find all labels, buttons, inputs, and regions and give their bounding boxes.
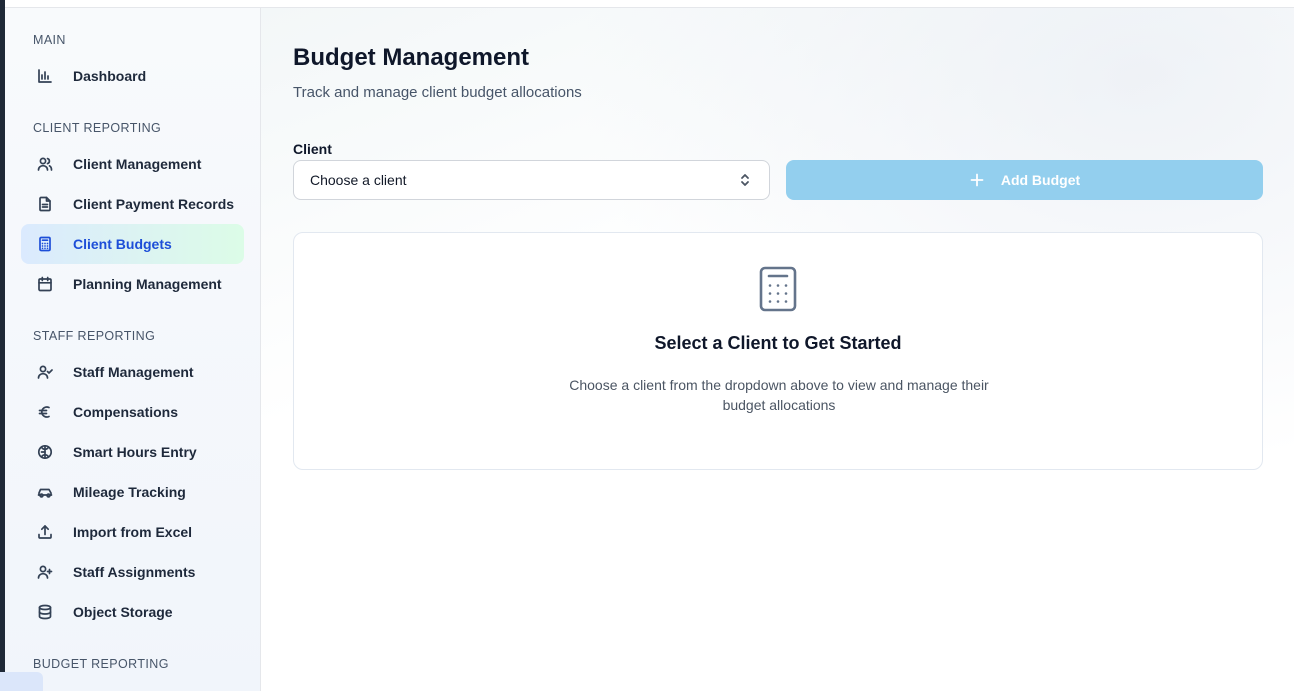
calendar-icon — [37, 276, 53, 292]
sidebar-item-smart-hours-entry[interactable]: Smart Hours Entry — [21, 432, 244, 472]
sidebar-item-label: Dashboard — [73, 68, 147, 84]
sidebar-item-label: Import from Excel — [73, 524, 193, 540]
sidebar-item-client-budgets[interactable]: Client Budgets — [21, 224, 244, 264]
collapse-handle[interactable] — [0, 672, 43, 691]
sidebar-item-client-payment-records[interactable]: Client Payment Records — [21, 184, 244, 224]
page-title: Budget Management — [293, 44, 530, 71]
sidebar-item-client-management[interactable]: Client Management — [21, 144, 244, 184]
sidebar-item-label: Mileage Tracking — [73, 484, 186, 500]
sidebar-item-label: Compensations — [73, 404, 179, 420]
sidebar-item-label: Staff Assignments — [73, 564, 196, 580]
upload-icon — [37, 524, 53, 540]
chevron-up-down-icon — [737, 172, 753, 188]
main-content: Budget Management Track and manage clien… — [261, 8, 1294, 691]
sidebar-item-label: Smart Hours Entry — [73, 444, 197, 460]
sidebar-item-planning-management[interactable]: Planning Management — [21, 264, 244, 304]
sidebar-item-label: Client Management — [73, 156, 202, 172]
add-budget-button[interactable]: Add Budget — [786, 160, 1263, 200]
sidebar-item-import-from-excel[interactable]: Import from Excel — [21, 512, 244, 552]
section-title-staff-reporting: STAFF REPORTING — [33, 329, 156, 343]
file-text-icon — [37, 196, 53, 212]
sidebar-item-staff-assignments[interactable]: Staff Assignments — [21, 552, 244, 592]
add-budget-label: Add Budget — [1000, 172, 1081, 188]
sidebar-item-label: Staff Management — [73, 364, 194, 380]
user-plus-icon — [37, 564, 53, 580]
section-title-client-reporting: CLIENT REPORTING — [33, 121, 162, 135]
empty-state-title: Select a Client to Get Started — [654, 333, 902, 353]
sidebar-item-staff-management[interactable]: Staff Management — [21, 352, 244, 392]
top-bar — [5, 0, 1294, 8]
sidebar-item-label: Client Budgets — [73, 236, 172, 252]
euro-icon — [37, 404, 53, 420]
empty-state-card: Select a Client to Get Started Choose a … — [293, 232, 1263, 470]
calculator-icon — [37, 236, 53, 252]
sidebar-item-label: Object Storage — [73, 604, 173, 620]
calculator-icon — [758, 266, 798, 312]
client-select[interactable]: Choose a client — [293, 160, 770, 200]
client-select-value: Choose a client — [310, 172, 407, 188]
brain-icon — [37, 444, 53, 460]
user-check-icon — [37, 364, 53, 380]
database-icon — [37, 604, 53, 620]
bar-chart-icon — [37, 68, 53, 84]
plus-icon — [969, 172, 985, 188]
section-title-budget-reporting: BUDGET REPORTING — [33, 657, 169, 671]
section-title-main: MAIN — [33, 33, 66, 47]
sidebar-item-object-storage[interactable]: Object Storage — [21, 592, 244, 632]
sidebar-item-dashboard[interactable]: Dashboard — [21, 56, 244, 96]
users-icon — [37, 156, 53, 172]
sidebar-item-mileage-tracking[interactable]: Mileage Tracking — [21, 472, 244, 512]
client-field-label: Client — [293, 141, 332, 157]
empty-state-description: Choose a client from the dropdown above … — [569, 377, 989, 413]
sidebar-item-label: Client Payment Records — [73, 196, 235, 212]
page-subtitle: Track and manage client budget allocatio… — [293, 84, 582, 101]
sidebar-item-label: Planning Management — [73, 276, 222, 292]
sidebar: MAIN Dashboard CLIENT REPORTING Client M… — [5, 8, 261, 691]
car-icon — [37, 484, 53, 500]
sidebar-item-compensations[interactable]: Compensations — [21, 392, 244, 432]
